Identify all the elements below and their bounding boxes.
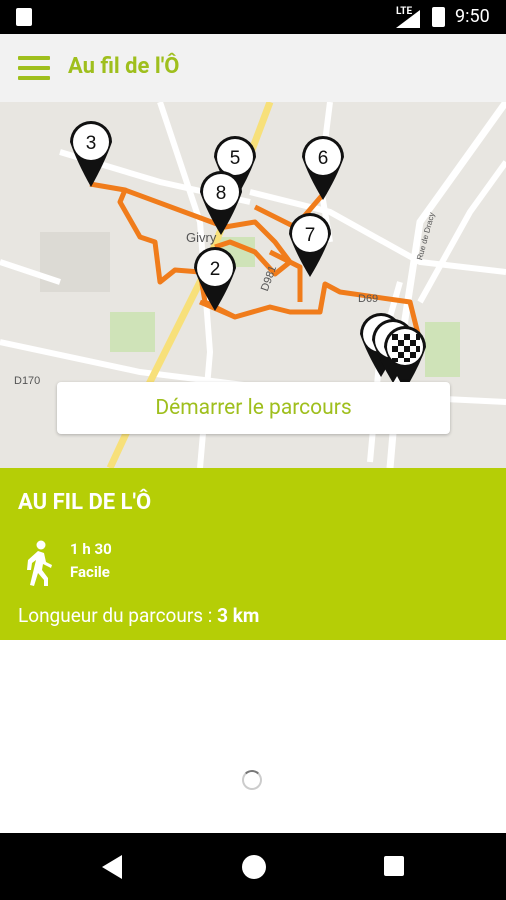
route-marker-3[interactable]: 3	[70, 121, 112, 187]
status-bar: LTE 9:50	[0, 0, 506, 34]
svg-text:2: 2	[210, 259, 221, 280]
route-info-panel: AU FIL DE L'Ô 1 h 30 Facile Longueur du …	[0, 468, 506, 640]
svg-text:6: 6	[318, 148, 329, 169]
map-building-block	[40, 232, 110, 292]
app-title: Au fil de l'Ô	[68, 54, 180, 79]
map-label-d981: D981	[259, 264, 279, 293]
svg-text:3: 3	[86, 133, 97, 154]
map-park-area	[425, 322, 460, 377]
map-label-givry: Givry	[186, 230, 217, 245]
recents-icon[interactable]	[384, 856, 404, 876]
back-icon[interactable]	[102, 855, 122, 879]
map-park-area	[110, 312, 155, 352]
hamburger-menu-icon[interactable]	[18, 56, 50, 80]
route-length-value: 3 km	[217, 604, 260, 627]
route-marker-6[interactable]: 6	[302, 136, 344, 200]
map-label-d69: D69	[358, 293, 378, 305]
walking-icon	[27, 540, 52, 586]
clock: 9:50	[455, 6, 490, 27]
loading-spinner	[242, 770, 262, 790]
svg-text:5: 5	[230, 148, 241, 169]
battery-icon	[432, 7, 445, 27]
svg-text:8: 8	[216, 183, 227, 204]
network-type: LTE	[396, 6, 413, 17]
navigation-bar	[0, 833, 506, 900]
route-difficulty: Facile	[70, 563, 110, 581]
map-label-d170: D170	[14, 375, 40, 387]
start-route-button[interactable]: Démarrer le parcours	[57, 382, 450, 434]
route-length-label: Longueur du parcours :	[18, 604, 218, 627]
home-icon[interactable]	[242, 855, 266, 879]
app-bar: Au fil de l'Ô	[0, 34, 506, 102]
route-duration: 1 h 30	[70, 540, 112, 558]
sd-card-icon	[16, 8, 32, 26]
svg-text:7: 7	[305, 225, 316, 246]
route-length: Longueur du parcours : 3 km	[18, 604, 259, 627]
route-title: AU FIL DE L'Ô	[18, 490, 152, 515]
